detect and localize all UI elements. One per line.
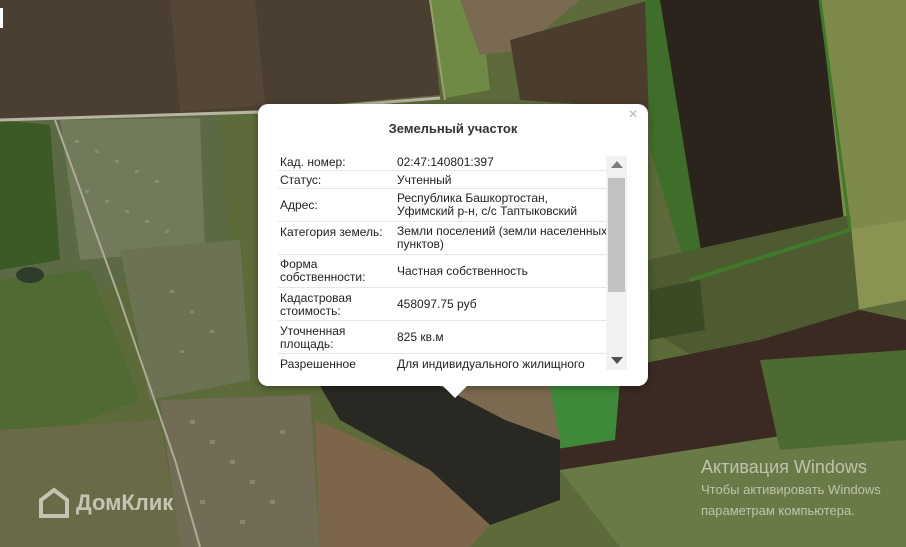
- row-label: Статус:: [280, 173, 322, 187]
- activation-line: Чтобы активировать Windows: [701, 482, 881, 497]
- row-cadastral-value: Кадастровая стоимость: 458097.75 руб: [278, 288, 608, 321]
- row-area: Уточненная площадь: 825 кв.м: [278, 321, 608, 354]
- row-value: 825 кв.м: [397, 330, 444, 344]
- row-value: 458097.75 руб: [397, 297, 477, 311]
- row-value: Учтенный: [397, 173, 452, 187]
- row-permitted-use: Разрешенное Для индивидуального жилищног…: [278, 354, 608, 374]
- watermark-text: ДомКлик: [76, 490, 174, 515]
- popup-pointer: [443, 386, 467, 398]
- popup-scrollbar[interactable]: [606, 156, 627, 370]
- row-label: Уточненная площадь:: [280, 324, 346, 351]
- land-plot-popup: × Земельный участок Кад. номер: 02:47:14…: [258, 104, 648, 398]
- activation-title: Активация Windows: [701, 457, 867, 477]
- row-value: Земли поселений (земли населенных пункто…: [397, 224, 608, 251]
- row-ownership-form: Форма собственности: Частная собственнос…: [278, 255, 608, 288]
- row-status: Статус: Учтенный: [278, 171, 608, 189]
- row-value: Республика Башкортостан, Уфимский р-н, с…: [397, 191, 578, 218]
- domclick-watermark: ДомКлик: [38, 487, 173, 519]
- row-label: Разрешенное: [280, 357, 356, 371]
- popup-title: Земельный участок: [388, 121, 518, 136]
- house-logo-icon: [39, 487, 69, 518]
- row-value: 02:47:140801:397: [397, 155, 494, 169]
- row-label: Кад. номер:: [280, 155, 346, 169]
- row-address: Адрес: Республика Башкортостан, Уфимский…: [278, 189, 608, 222]
- scroll-down-icon[interactable]: [611, 357, 623, 364]
- row-cadastral-number: Кад. номер: 02:47:140801:397: [278, 152, 608, 171]
- scrollbar-thumb[interactable]: [608, 178, 625, 292]
- map-corner-marker: [0, 8, 3, 28]
- row-value: Для индивидуального жилищного: [397, 357, 585, 371]
- row-label: Категория земель:: [280, 225, 383, 239]
- windows-activation-notice: Активация Windows Чтобы активировать Win…: [701, 456, 881, 520]
- plot-info-table: Кад. номер: 02:47:140801:397 Статус: Учт…: [278, 152, 608, 374]
- scroll-up-icon[interactable]: [611, 161, 623, 168]
- close-icon[interactable]: ×: [626, 107, 640, 123]
- row-label: Адрес:: [280, 198, 318, 212]
- row-land-category: Категория земель: Земли поселений (земли…: [278, 222, 608, 255]
- activation-line: параметрам компьютера.: [701, 503, 855, 518]
- row-label: Кадастровая стоимость:: [280, 291, 352, 318]
- row-value: Частная собственность: [397, 264, 528, 278]
- row-label: Форма собственности:: [280, 257, 366, 284]
